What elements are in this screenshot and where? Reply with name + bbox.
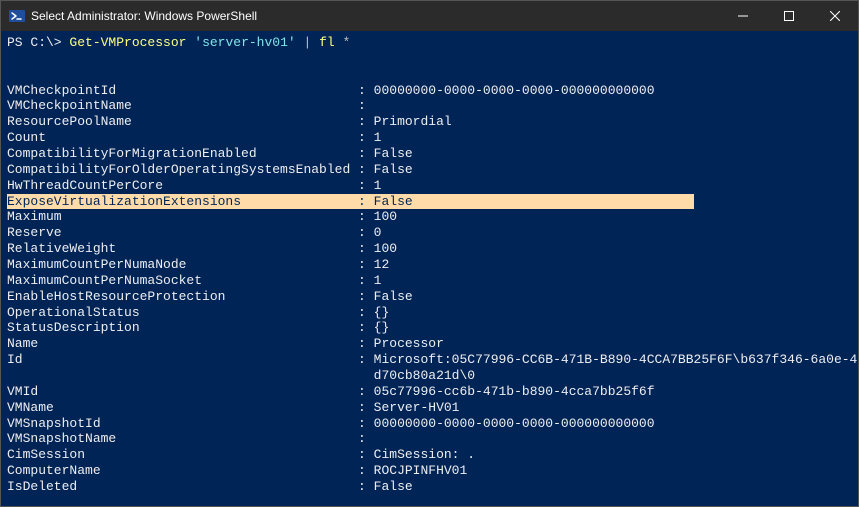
val-reserve: 0 (374, 225, 382, 240)
val-opstatus: {} (374, 305, 390, 320)
pipe: | (304, 35, 312, 50)
val-id1: Microsoft:05C77996-CC6B-471B-B890-4CCA7B… (374, 352, 858, 367)
minimize-button[interactable] (720, 1, 766, 31)
val-maxnumasocket: 1 (374, 273, 382, 288)
val-exposevirt: False (374, 194, 413, 209)
val-statusdesc: {} (374, 320, 390, 335)
val-hwthread: 1 (374, 178, 382, 193)
cmd1-fl: fl (319, 35, 335, 50)
close-button[interactable] (812, 1, 858, 31)
prompt: PS C:\> (7, 35, 62, 50)
val-enablehost: False (374, 289, 413, 304)
window-controls (720, 1, 858, 31)
val-computername: ROCJPINFHV01 (374, 463, 468, 478)
cmdlet-get: Get-VMProcessor (69, 35, 186, 50)
val-id2: d70cb80a21d\0 (374, 368, 475, 383)
highlighted-row: ExposeVirtualizationExtensions : False (7, 194, 694, 209)
val-isdeleted: False (374, 479, 413, 494)
window-title: Select Administrator: Windows PowerShell (31, 9, 720, 23)
val-vmid: 05c77996-cc6b-471b-b890-4cca7bb25f6f (374, 384, 655, 399)
val-relativeweight: 100 (374, 241, 397, 256)
val-compatolder: False (374, 162, 413, 177)
val-maximum: 100 (374, 209, 397, 224)
val-compatmigration: False (374, 146, 413, 161)
maximize-button[interactable] (766, 1, 812, 31)
val-vmname: Server-HV01 (374, 400, 460, 415)
terminal-output[interactable]: PS C:\> Get-VMProcessor 'server-hv01' | … (1, 31, 858, 506)
val-count: 1 (374, 130, 382, 145)
val-cimsession: CimSession: . (374, 447, 475, 462)
val-vmsnapshotid: 00000000-0000-0000-0000-000000000000 (374, 416, 655, 431)
powershell-window: Select Administrator: Windows PowerShell… (0, 0, 859, 507)
val-name: Processor (374, 336, 444, 351)
powershell-icon (9, 8, 25, 24)
val-vmcheckpointid: 00000000-0000-0000-0000-000000000000 (374, 83, 655, 98)
titlebar[interactable]: Select Administrator: Windows PowerShell (1, 1, 858, 31)
val-maxnumanode: 12 (374, 257, 390, 272)
cmd1-star: * (343, 35, 351, 50)
val-resourcepoolname: Primordial (374, 114, 452, 129)
cmd1-arg: 'server-hv01' (194, 35, 295, 50)
